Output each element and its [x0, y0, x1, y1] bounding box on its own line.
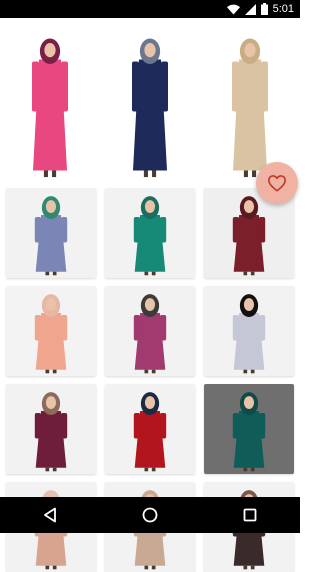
featured-photo-1[interactable] [0, 18, 100, 182]
home-button[interactable] [130, 497, 170, 533]
product-photo [105, 286, 195, 376]
product-tile[interactable] [204, 286, 294, 376]
product-photo [6, 384, 96, 474]
product-photo [204, 286, 294, 376]
product-tile[interactable] [105, 286, 195, 376]
featured-photo-2[interactable] [100, 18, 200, 182]
product-photo [204, 384, 294, 474]
recents-button[interactable] [230, 497, 270, 533]
back-button[interactable] [30, 497, 70, 533]
featured-banner[interactable] [0, 18, 300, 182]
product-tile[interactable] [105, 188, 195, 278]
product-tile[interactable] [204, 384, 294, 474]
status-time: 5:01 [272, 3, 294, 15]
beige-dress-model-photo [200, 18, 300, 182]
favorite-button[interactable] [256, 162, 298, 204]
signal-icon [244, 3, 256, 15]
heart-outline-icon [268, 175, 286, 192]
recents-square-icon [243, 508, 257, 522]
home-circle-icon [142, 507, 158, 523]
product-tile[interactable] [6, 384, 96, 474]
wifi-icon [226, 4, 240, 14]
back-triangle-icon [44, 507, 56, 523]
pink-dress-model-photo [0, 18, 100, 182]
status-bar: 5:01 [0, 0, 300, 18]
product-photo [6, 286, 96, 376]
battery-icon [260, 3, 268, 15]
product-photo [6, 188, 96, 278]
product-tile[interactable] [105, 384, 195, 474]
navigation-bar [0, 497, 300, 533]
product-tile[interactable] [6, 286, 96, 376]
featured-photo-3[interactable] [200, 18, 300, 182]
navy-coat-model-photo [100, 18, 200, 182]
product-photo [105, 384, 195, 474]
product-photo [105, 188, 195, 278]
product-tile[interactable] [6, 188, 96, 278]
